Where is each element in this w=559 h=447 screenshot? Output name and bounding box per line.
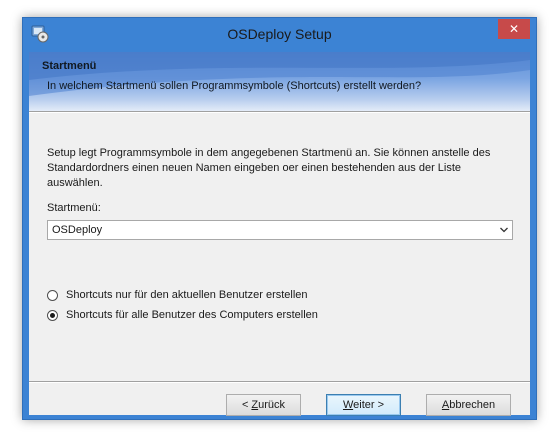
back-button-prefix: <	[241, 399, 252, 411]
next-button-label: eiter >	[353, 399, 385, 411]
title-bar[interactable]: OSDeploy Setup ✕	[23, 18, 536, 52]
close-icon: ✕	[508, 22, 520, 36]
description-text: Setup legt Programmsymbole in dem angege…	[47, 147, 491, 189]
next-button[interactable]: Weiter >	[326, 394, 401, 416]
option-all-users-label: Shortcuts für alle Benutzer des Computer…	[66, 309, 318, 321]
back-button[interactable]: < Zurück	[226, 394, 301, 416]
page-subtitle: In welchem Startmenü sollen Programmsymb…	[47, 80, 422, 92]
back-button-label: urück	[258, 399, 286, 411]
radio-selected-dot	[50, 313, 55, 318]
footer-divider-highlight	[29, 382, 530, 383]
window-title: OSDeploy Setup	[227, 26, 332, 42]
option-current-user-label: Shortcuts nur für den aktuellen Benutzer…	[66, 289, 308, 301]
wizard-header: Startmenü In welchem Startmenü sollen Pr…	[29, 52, 530, 111]
cancel-button-label: bbrechen	[449, 399, 496, 411]
wizard-client-area: Startmenü In welchem Startmenü sollen Pr…	[29, 52, 530, 416]
setup-window: OSDeploy Setup ✕ Startmenü In welchem St…	[22, 17, 537, 420]
radio-all-users[interactable]	[47, 310, 58, 321]
startmenu-combobox[interactable]: OSDeploy	[47, 220, 513, 240]
cancel-button[interactable]: Abbrechen	[426, 394, 511, 416]
close-button[interactable]: ✕	[498, 19, 530, 39]
header-divider-highlight	[29, 112, 530, 113]
chevron-down-icon[interactable]	[500, 226, 508, 234]
next-button-accel: W	[342, 399, 354, 411]
startmenu-value: OSDeploy	[52, 224, 103, 236]
radio-current-user[interactable]	[47, 290, 58, 301]
startmenu-label: Startmenü:	[47, 202, 101, 214]
page-title: Startmenü	[42, 60, 97, 72]
